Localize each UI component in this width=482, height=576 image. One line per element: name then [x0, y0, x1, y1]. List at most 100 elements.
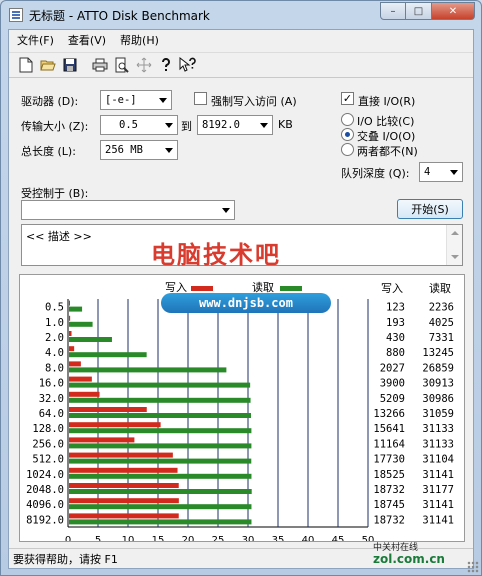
y-category-label: 1024.0 — [26, 469, 64, 481]
write-value: 11164 — [373, 438, 405, 450]
read-bar — [69, 413, 251, 418]
x-tick-label: 20 — [182, 535, 195, 541]
logo-domain: zol.com.cn — [373, 552, 445, 566]
chevron-down-icon — [256, 116, 272, 134]
maximize-button[interactable]: □ — [406, 2, 432, 20]
io-compare-radio[interactable] — [341, 113, 354, 126]
queue-depth-select[interactable]: 4 — [419, 162, 463, 182]
transfer-to-value: 8192.0 — [202, 119, 240, 131]
benchmark-chart-panel: 写入读取05101520253035404550传输速率 - MB / 秒写入读… — [19, 274, 465, 560]
read-value: 31177 — [422, 484, 454, 496]
x-tick-label: 25 — [212, 535, 225, 541]
write-bar — [69, 437, 135, 443]
resize-grip[interactable] — [467, 561, 479, 573]
write-value: 17730 — [373, 454, 405, 466]
write-bar — [69, 331, 72, 336]
new-icon[interactable] — [15, 54, 37, 76]
controlled-by-label: 受控制于 (B): — [21, 187, 89, 200]
write-value: 18525 — [373, 469, 405, 481]
controlled-by-select[interactable] — [21, 200, 235, 220]
transfer-to-select[interactable]: 8192.0 — [197, 115, 273, 135]
write-bar — [69, 315, 71, 321]
transfer-unit: KB — [278, 118, 293, 131]
zol-logo: 中关村在线 zol.com.cn — [373, 543, 445, 565]
overlapped-io-radio[interactable] — [341, 128, 354, 141]
neither-radio[interactable] — [341, 143, 354, 156]
print-preview-icon[interactable] — [111, 54, 133, 76]
read-value: 30913 — [422, 378, 454, 390]
close-button[interactable]: ✕ — [432, 2, 475, 20]
write-bar — [69, 391, 100, 397]
neither-label: 两者都不(N) — [357, 145, 418, 158]
write-value: 18745 — [373, 499, 405, 511]
menu-bar: 文件(F) 查看(V) 帮助(H) — [9, 30, 473, 50]
menu-help[interactable]: 帮助(H) — [118, 32, 161, 48]
move-icon[interactable] — [133, 54, 155, 76]
write-bar — [69, 300, 70, 306]
y-category-label: 32.0 — [39, 393, 64, 405]
write-value: 880 — [386, 347, 405, 359]
menu-view[interactable]: 查看(V) — [66, 32, 108, 48]
force-write-checkbox[interactable] — [194, 92, 207, 105]
read-bar — [69, 428, 252, 434]
write-bar — [69, 407, 147, 412]
y-category-label: 8.0 — [45, 362, 64, 374]
benchmark-chart: 写入读取05101520253035404550传输速率 - MB / 秒写入读… — [26, 280, 454, 560]
read-value: 31133 — [422, 423, 454, 435]
x-tick-label: 15 — [152, 535, 165, 541]
read-value: 26859 — [422, 362, 454, 374]
print-icon[interactable] — [89, 54, 111, 76]
y-category-label: 128.0 — [32, 423, 64, 435]
y-category-label: 512.0 — [32, 454, 64, 466]
write-value: 2027 — [380, 362, 405, 374]
description-scrollbar[interactable] — [446, 225, 462, 265]
write-value: 3900 — [380, 378, 405, 390]
y-category-label: 1.0 — [45, 317, 64, 329]
write-value: 5209 — [380, 393, 405, 405]
read-bar — [69, 337, 112, 342]
table-header-read: 读取 — [429, 281, 451, 295]
read-bar — [69, 321, 93, 327]
title-bar[interactable]: 无标题 - ATTO Disk Benchmark – □ ✕ — [1, 1, 481, 29]
write-bar — [69, 422, 161, 428]
y-category-label: 8192.0 — [26, 514, 64, 526]
x-tick-label: 5 — [95, 535, 101, 541]
context-help-icon[interactable] — [177, 54, 199, 76]
y-category-label: 4.0 — [45, 347, 64, 359]
drive-select[interactable]: [-e-] — [100, 90, 172, 110]
chevron-down-icon — [155, 91, 171, 109]
transfer-from-select[interactable]: 0.5 — [100, 115, 178, 135]
description-text: << 描述 >> — [26, 230, 92, 243]
queue-depth-label: 队列深度 (Q): — [341, 167, 410, 180]
help-icon[interactable] — [155, 54, 177, 76]
open-icon[interactable] — [37, 54, 59, 76]
window-title: 无标题 - ATTO Disk Benchmark — [29, 9, 210, 23]
x-tick-label: 40 — [302, 535, 315, 541]
write-bar — [69, 361, 81, 367]
read-bar — [69, 504, 252, 510]
queue-depth-value: 4 — [424, 166, 431, 178]
drive-label: 驱动器 (D): — [21, 95, 79, 108]
y-category-label: 4096.0 — [26, 499, 64, 511]
watermark-url: www.dnjsb.com — [161, 293, 331, 313]
drive-value: [-e-] — [105, 94, 137, 106]
write-bar — [69, 483, 179, 488]
write-value: 430 — [386, 332, 405, 344]
total-length-select[interactable]: 256 MB — [100, 140, 178, 160]
read-value: 31133 — [422, 438, 454, 450]
menu-file[interactable]: 文件(F) — [15, 32, 56, 48]
read-value: 31059 — [422, 408, 454, 420]
start-button[interactable]: 开始(S) — [397, 199, 463, 219]
total-length-label: 总长度 (L): — [21, 145, 76, 158]
save-icon[interactable] — [59, 54, 81, 76]
transfer-from-value: 0.5 — [119, 119, 138, 131]
minimize-button[interactable]: – — [380, 2, 406, 20]
direct-io-checkbox[interactable]: ✓ — [341, 92, 354, 105]
read-bar — [69, 443, 252, 449]
to-label: 到 — [181, 120, 192, 133]
read-value: 31104 — [422, 454, 454, 466]
y-category-label: 2048.0 — [26, 484, 64, 496]
y-category-label: 256.0 — [32, 438, 64, 450]
read-value: 31141 — [422, 499, 454, 511]
read-value: 31141 — [422, 469, 454, 481]
